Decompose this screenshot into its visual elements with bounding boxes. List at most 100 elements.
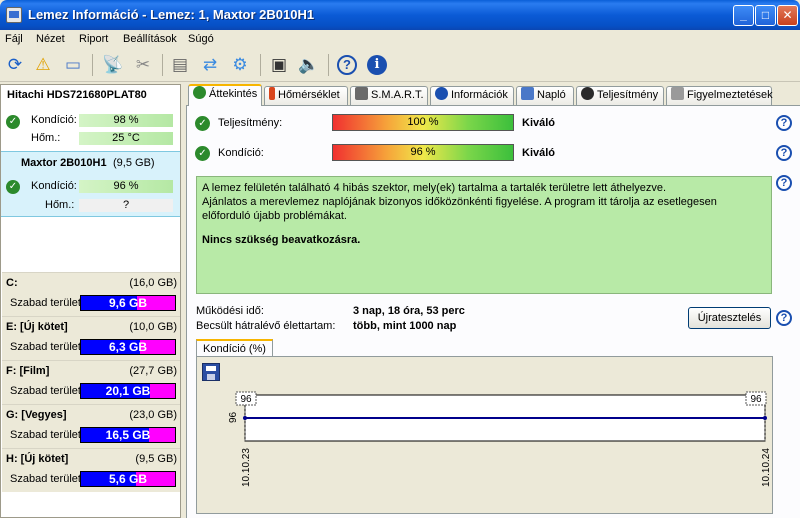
tab-log[interactable]: Napló xyxy=(516,86,574,105)
condition-bar: 96 % xyxy=(332,144,514,161)
tab-information[interactable]: Információk xyxy=(430,86,514,105)
condition-label: Kondíció: xyxy=(218,147,264,159)
close-button[interactable]: ✕ xyxy=(777,5,798,26)
help-icon[interactable]: ? xyxy=(776,175,792,191)
maximize-button[interactable]: □ xyxy=(755,5,776,26)
disk-item-maxtor[interactable]: Maxtor 2B010H1 (9,5 GB) ✓ Kondíció: 96 %… xyxy=(1,151,180,217)
condition-value: 98 % xyxy=(79,114,173,127)
warning-icon[interactable]: ⚠ xyxy=(30,52,56,78)
log-icon xyxy=(521,87,534,100)
gauge-icon xyxy=(581,87,594,100)
help-icon[interactable]: ? xyxy=(334,52,360,78)
x-tick-label: 10.10.23 xyxy=(241,448,252,487)
refresh-icon[interactable]: ⟳ xyxy=(2,52,28,78)
minimize-button[interactable]: _ xyxy=(733,5,754,26)
drive-item[interactable]: E: [Új kötet] (10,0 GB) Szabad terület 6… xyxy=(2,316,180,360)
temperature-value: ? xyxy=(79,199,173,212)
retest-button[interactable]: Újratesztelés xyxy=(688,307,771,329)
disk-name: Maxtor 2B010H1 xyxy=(21,157,107,169)
condition-label: Kondíció: xyxy=(31,114,77,126)
drive-size: (23,0 GB) xyxy=(129,409,177,421)
menu-help[interactable]: Súgó xyxy=(188,33,214,45)
uptime-label: Működési idő: xyxy=(196,305,264,317)
tab-warnings[interactable]: Figyelmeztetések xyxy=(666,86,773,105)
condition-value: 96 % xyxy=(79,180,173,193)
toolbar-separator xyxy=(92,54,93,76)
tab-temperature[interactable]: Hőmérséklet xyxy=(264,86,348,105)
window-title: Lemez Információ - Lemez: 1, Maxtor 2B01… xyxy=(28,7,315,22)
menu-report[interactable]: Riport xyxy=(79,33,108,45)
remaining-life-label: Becsült hátralévő élettartam: xyxy=(196,320,336,332)
disk-size: (9,5 GB) xyxy=(113,157,155,169)
temperature-value: 25 °C xyxy=(79,132,173,145)
tab-overview[interactable]: Áttekintés xyxy=(188,84,262,106)
drive-icon[interactable]: ▭ xyxy=(60,52,86,78)
title-bar: Lemez Információ - Lemez: 1, Maxtor 2B01… xyxy=(0,0,800,30)
free-space-label: Szabad terület xyxy=(10,473,81,485)
status-message-line: A lemez felületén található 4 hibás szek… xyxy=(202,182,667,194)
tab-label: Napló xyxy=(537,89,566,101)
menu-bar: Fájl Nézet Riport Beállítások Súgó xyxy=(0,30,800,48)
drive-size: (9,5 GB) xyxy=(135,453,177,465)
free-space-value: 9,6 GB xyxy=(108,296,147,310)
tab-smart[interactable]: S.M.A.R.T. xyxy=(350,86,428,105)
drive-name: G: [Vegyes] xyxy=(6,409,67,421)
tab-label: Áttekintés xyxy=(209,88,258,100)
condition-chart: 96 10.10.23 96 10.10.24 96 xyxy=(196,356,773,514)
performance-label: Teljesítmény: xyxy=(218,117,283,129)
satellite-icon[interactable]: 📡 xyxy=(100,52,126,78)
help-icon[interactable]: ? xyxy=(776,145,792,161)
toolbar-separator xyxy=(162,54,163,76)
free-space-label: Szabad terület xyxy=(10,429,81,441)
temperature-label: Hőm.: xyxy=(31,132,61,144)
status-message-line: Ajánlatos a merevlemez naplójának bizony… xyxy=(202,196,717,222)
drive-name: C: xyxy=(6,277,18,289)
thermometer-icon xyxy=(269,87,275,100)
data-point xyxy=(243,416,247,420)
free-space-bar: 5,6 GB xyxy=(80,471,176,487)
toolbar: ⟳ ⚠ ▭ 📡 ✂ ▤ ⇄ ⚙ ▣ 🔈 ? i xyxy=(0,48,800,82)
drive-item[interactable]: F: [Film] (27,7 GB) Szabad terület 20,1 … xyxy=(2,360,180,404)
performance-rating: Kiváló xyxy=(522,117,556,129)
uptime-value: 3 nap, 18 óra, 53 perc xyxy=(353,305,465,317)
drive-name: E: [Új kötet] xyxy=(6,321,68,333)
free-space-value: 20,1 GB xyxy=(105,384,151,398)
monitor-icon[interactable]: ▣ xyxy=(266,52,292,78)
ok-check-icon: ✓ xyxy=(6,115,20,129)
chart-tab-condition[interactable]: Kondíció (%) xyxy=(196,339,273,357)
drive-item[interactable]: H: [Új kötet] (9,5 GB) Szabad terület 5,… xyxy=(2,448,180,492)
speaker-icon[interactable]: 🔈 xyxy=(296,52,322,78)
remaining-life-value: több, mint 1000 nap xyxy=(353,320,457,332)
satellite-off-icon[interactable]: ✂ xyxy=(130,52,156,78)
drive-item[interactable]: G: [Vegyes] (23,0 GB) Szabad terület 16,… xyxy=(2,404,180,448)
sync-icon[interactable]: ⇄ xyxy=(197,52,223,78)
temperature-label: Hőm.: xyxy=(45,199,75,211)
free-space-label: Szabad terület xyxy=(10,297,81,309)
help-icon[interactable]: ? xyxy=(776,310,792,326)
drive-size: (10,0 GB) xyxy=(129,321,177,333)
network-icon[interactable]: ⚙ xyxy=(227,52,253,78)
chart-svg: 96 10.10.23 96 10.10.24 96 xyxy=(228,391,772,487)
ok-check-icon: ✓ xyxy=(6,180,20,194)
data-label: 96 xyxy=(240,394,252,405)
tab-label: S.M.A.R.T. xyxy=(371,89,424,101)
disk-list-pane: Hitachi HDS721680PLAT80 ✓ Kondíció: 98 %… xyxy=(0,84,181,518)
menu-settings[interactable]: Beállítások xyxy=(123,33,177,45)
y-axis-label: 96 xyxy=(228,411,239,423)
help-icon[interactable]: ? xyxy=(776,115,792,131)
condition-rating: Kiváló xyxy=(522,147,556,159)
drive-item[interactable]: C: (16,0 GB) Szabad terület 9,6 GB xyxy=(2,272,180,316)
drive-size: (27,7 GB) xyxy=(129,365,177,377)
disk-item-hitachi[interactable]: Hitachi HDS721680PLAT80 ✓ Kondíció: 98 %… xyxy=(1,85,180,151)
tab-label: Teljesítmény xyxy=(597,89,659,101)
free-space-label: Szabad terület xyxy=(10,385,81,397)
menu-file[interactable]: Fájl xyxy=(5,33,23,45)
data-label: 96 xyxy=(750,394,762,405)
tab-performance[interactable]: Teljesítmény xyxy=(576,86,664,105)
disk-icon xyxy=(355,87,368,100)
overview-panel: ✓ Teljesítmény: 100 % Kiváló ? ✓ Kondíci… xyxy=(186,106,800,518)
document-icon[interactable]: ▤ xyxy=(167,52,193,78)
info-icon[interactable]: i xyxy=(364,52,390,78)
free-space-value: 16,5 GB xyxy=(105,428,151,442)
menu-view[interactable]: Nézet xyxy=(36,33,65,45)
